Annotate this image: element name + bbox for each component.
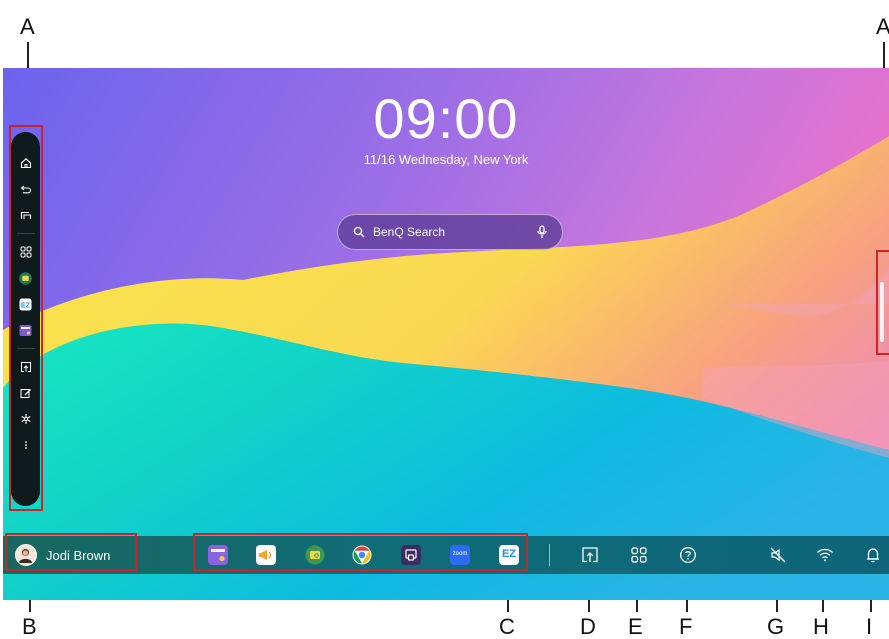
callout-label-c: C [499, 614, 515, 639]
callout-label-d: D [580, 614, 596, 639]
callout-label-h: H [813, 614, 829, 639]
highlight-box-user [5, 533, 137, 571]
highlight-box-sidebar [9, 125, 43, 511]
search-icon [353, 226, 365, 238]
callout-label-a-left: A [20, 14, 35, 39]
search-placeholder: BenQ Search [373, 225, 446, 239]
highlight-box-right-handle [876, 250, 889, 355]
search-bar[interactable]: BenQ Search [337, 214, 563, 250]
highlight-box-apps [193, 533, 528, 571]
date-location: 11/16 Wednesday, New York [363, 152, 529, 167]
wifi-icon[interactable] [815, 545, 835, 565]
callout-label-e: E [628, 614, 643, 639]
callout-label-g: G [767, 614, 785, 639]
display-screen: 09:00 11/16 Wednesday, New York BenQ Sea… [3, 68, 889, 600]
help-icon[interactable] [678, 545, 698, 565]
clock-time: 09:00 [373, 87, 519, 150]
mute-icon[interactable] [768, 545, 788, 565]
callout-label-i: I [866, 614, 873, 639]
callout-label-f: F [679, 614, 693, 639]
callout-label-b: B [22, 614, 37, 639]
screen-share-icon[interactable] [580, 545, 600, 565]
notification-bell-icon[interactable] [863, 545, 883, 565]
callout-label-a-right: A [876, 14, 889, 39]
all-apps-icon[interactable] [629, 545, 649, 565]
taskbar-divider [549, 544, 550, 566]
microphone-icon[interactable] [536, 225, 548, 239]
